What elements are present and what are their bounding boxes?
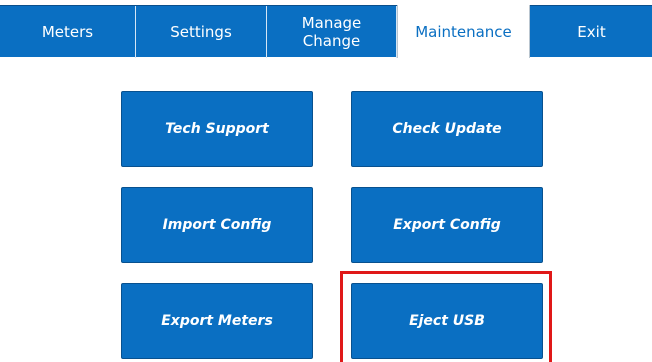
check-update-button[interactable]: Check Update <box>351 91 543 167</box>
tab-exit-label: Exit <box>577 23 606 41</box>
tab-settings[interactable]: Settings <box>136 6 266 58</box>
tab-manage-change[interactable]: Manage Change <box>267 6 396 58</box>
main-tab-bar: Meters Settings Manage Change Maintenanc… <box>0 5 652 58</box>
tab-meters-label: Meters <box>41 23 94 41</box>
tab-maintenance[interactable]: Maintenance <box>397 5 530 58</box>
tab-exit[interactable]: Exit <box>531 6 652 58</box>
export-config-button[interactable]: Export Config <box>351 187 543 263</box>
tab-manage-change-label: Manage Change <box>301 14 362 50</box>
export-meters-button[interactable]: Export Meters <box>121 283 313 359</box>
import-config-button[interactable]: Import Config <box>121 187 313 263</box>
maintenance-screen: Meters Settings Manage Change Maintenanc… <box>0 0 652 362</box>
tab-maintenance-label: Maintenance <box>415 22 512 41</box>
eject-usb-button[interactable]: Eject USB <box>351 283 543 359</box>
tab-settings-label: Settings <box>170 23 232 41</box>
tech-support-button[interactable]: Tech Support <box>121 91 313 167</box>
tab-meters[interactable]: Meters <box>0 6 135 58</box>
